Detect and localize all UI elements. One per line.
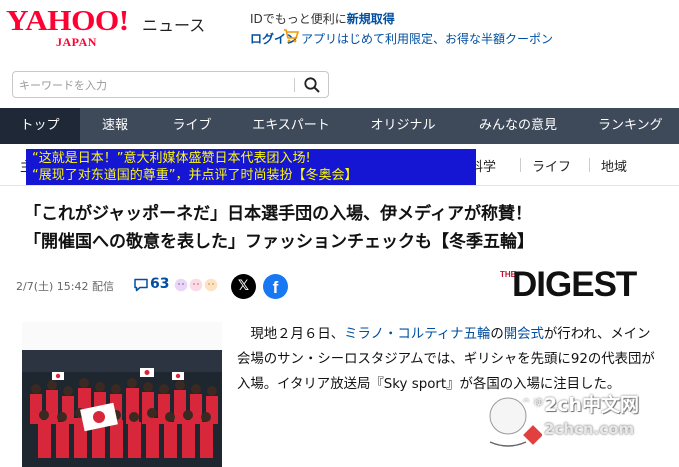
search-box [12, 71, 329, 98]
app-coupon-link[interactable]: アプリはじめて利用限定、お得な半額クーポン [301, 30, 553, 47]
tab-breaking[interactable]: 速報 [80, 108, 150, 144]
tab-top[interactable]: トップ [0, 108, 80, 144]
tab-ranking[interactable]: ランキング [578, 108, 679, 144]
overlay-line-2: “展现了对东道国的尊重”，并点评了时尚装扮【冬奥会】 [32, 168, 358, 183]
overlay-line-1: “这就是日本！”意大利媒体盛赞日本代表团入场! [32, 151, 311, 166]
search-divider [294, 78, 295, 92]
watermark-face: ^ ゆ [522, 398, 544, 409]
tab-live[interactable]: ライブ [150, 108, 234, 144]
yahoo-japan-logo[interactable]: YAHOO! JAPAN [6, 5, 136, 49]
cart-icon [284, 29, 299, 43]
article-body-text: の [490, 327, 504, 342]
article-meta: 2/7(土) 15:42 配信 [16, 278, 114, 294]
olympics-link[interactable]: ミラノ・コルティナ五輪 [344, 327, 490, 342]
category-item-life[interactable]: ライフ [532, 156, 571, 175]
article-photo-image [22, 322, 222, 467]
source-logo-word: DIGEST [512, 265, 637, 304]
share-x-icon[interactable]: 𝕏 [231, 274, 256, 299]
tab-expert[interactable]: エキスパート [234, 108, 348, 144]
tab-opinions[interactable]: みんなの意見 [458, 108, 578, 144]
share-facebook-icon[interactable]: f [263, 274, 288, 299]
category-item-region[interactable]: 地域 [601, 156, 627, 175]
publish-date: 2/7(土) 15:42 [16, 280, 89, 293]
search-icon[interactable] [303, 76, 321, 94]
headline-line-1: 「これがジャッポーネだ」日本選手団の入場、伊メディアが称賛！ [24, 204, 532, 224]
signup-promo-text: IDでもっと便利に [250, 12, 347, 26]
source-logo-the: THE [500, 270, 516, 279]
opening-ceremony-link[interactable]: 開会式 [504, 327, 544, 342]
comment-count: 63 [150, 276, 170, 292]
watermark-url: 2chcn.com [544, 420, 635, 438]
search-input[interactable] [19, 75, 289, 95]
logo-subtext: JAPAN [56, 35, 97, 49]
article-headline: 「これがジャッポーネだ」日本選手団の入場、伊メディアが称賛！ 「開催国への敬意を… [24, 200, 664, 256]
article-photo[interactable] [22, 322, 222, 467]
logo-wordmark: YAHOO! [6, 5, 129, 37]
delivery-label: 配信 [91, 280, 114, 293]
section-title[interactable]: ニュース [142, 12, 205, 36]
source-logo[interactable]: THE DIGEST [500, 266, 660, 306]
signup-link[interactable]: 新規取得 [347, 12, 395, 26]
reaction-faces-icon[interactable] [174, 278, 220, 292]
category-divider [589, 158, 590, 172]
comment-icon [134, 278, 148, 292]
category-divider [520, 158, 521, 172]
watermark-site-name: 2ch中文网 [544, 394, 640, 416]
tab-original[interactable]: オリジナル [348, 108, 458, 144]
main-nav: トップ 速報 ライブ エキスパート オリジナル みんなの意見 ランキング [0, 108, 679, 144]
article-body-text: 現地２月６日、 [250, 327, 345, 342]
signup-promo: IDでもっと便利に新規取得 [250, 10, 395, 27]
translation-overlay: “这就是日本！”意大利媒体盛赞日本代表团入场! “展现了对东道国的尊重”，并点评… [26, 149, 476, 185]
watermark: 2ch中文网 2chcn.com ^ ゆ [482, 384, 672, 464]
headline-line-2: 「開催国への敬意を表した」ファッションチェックも【冬季五輪】 [24, 232, 534, 252]
